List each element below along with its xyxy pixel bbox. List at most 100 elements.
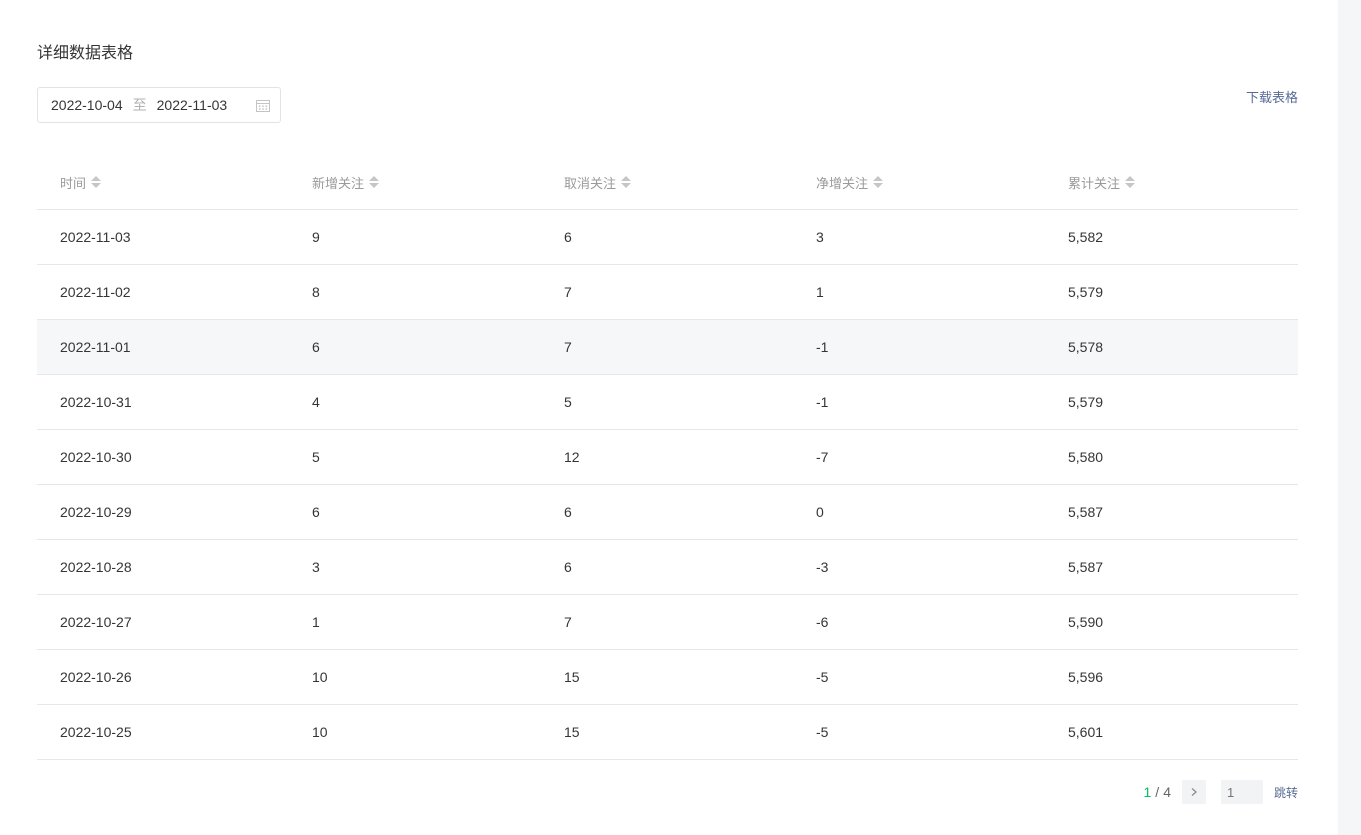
right-gutter [1338, 0, 1361, 835]
table-cell: 5,580 [1068, 449, 1104, 465]
sort-icon [369, 176, 380, 188]
table-cell: 5,596 [1068, 669, 1104, 685]
column-header-label: 时间 [60, 175, 87, 191]
table-cell: 6 [312, 504, 320, 520]
table-cell: 5,587 [1068, 559, 1104, 575]
table-cell: 9 [312, 229, 320, 245]
date-range-end[interactable]: 2022-11-03 [157, 97, 228, 113]
table-row: 2022-11-01 6 7 -1 5,578 [37, 320, 1298, 375]
sort-icon [873, 176, 884, 188]
table-body: 2022-11-03 9 6 3 5,582 2022-11-02 8 7 1 5,579 2022… [37, 210, 1298, 760]
table-row: 2022-10-31 4 5 -1 5,579 [37, 375, 1298, 430]
table-cell: 5,582 [1068, 229, 1104, 245]
table-row: 2022-11-03 9 6 3 5,582 [37, 210, 1298, 265]
table-cell: 10 [312, 724, 328, 740]
pagination: 1 / 4 跳转 [1143, 780, 1298, 804]
table-cell: 2022-11-03 [60, 229, 131, 245]
column-header: 净增关注 [793, 173, 1045, 192]
table-cell: 5,601 [1068, 724, 1104, 740]
column-header: 新增关注 [289, 173, 541, 192]
table-cell: 4 [312, 394, 320, 410]
table-cell: 1 [816, 284, 824, 300]
page-number-input[interactable] [1220, 780, 1263, 804]
table-cell: -5 [816, 724, 829, 740]
calendar-icon[interactable] [256, 99, 270, 112]
table-row: 2022-10-25 10 15 -5 5,601 [37, 705, 1298, 760]
table-cell: 5,590 [1068, 614, 1104, 630]
column-sort-toggle[interactable]: 净增关注 [816, 173, 884, 192]
table-cell: 5,579 [1068, 284, 1104, 300]
download-table-link[interactable]: 下载表格 [1246, 89, 1298, 107]
table-cell: 7 [564, 339, 572, 355]
table-cell: 2022-10-29 [60, 504, 132, 520]
table-cell: -5 [816, 669, 829, 685]
table-cell: 2022-10-31 [60, 394, 132, 410]
table-cell: 7 [564, 614, 572, 630]
table-cell: 10 [312, 669, 328, 685]
column-header: 取消关注 [541, 173, 793, 192]
table-cell: 15 [564, 669, 580, 685]
table-cell: 3 [816, 229, 824, 245]
page: 详细数据表格 2022-10-04 至 2022-11-03 下载表格 时间 新增… [0, 0, 1361, 835]
table-cell: 2022-11-02 [60, 284, 131, 300]
table-cell: 5,578 [1068, 339, 1104, 355]
chevron-right-icon [1191, 788, 1197, 796]
table-cell: -1 [816, 339, 829, 355]
date-range-start[interactable]: 2022-10-04 [51, 97, 123, 113]
table-cell: 5,587 [1068, 504, 1104, 520]
table-row: 2022-10-30 5 12 -7 5,580 [37, 430, 1298, 485]
column-header: 时间 [37, 173, 289, 192]
table-cell: -6 [816, 614, 829, 630]
table-cell: 6 [564, 229, 572, 245]
table-cell: 6 [564, 559, 572, 575]
sort-icon [1125, 176, 1136, 188]
table-row: 2022-10-27 1 7 -6 5,590 [37, 595, 1298, 650]
column-sort-toggle[interactable]: 新增关注 [312, 173, 380, 192]
table-cell: 5,579 [1068, 394, 1104, 410]
next-page-button[interactable] [1181, 780, 1206, 804]
pagination-total: 4 [1163, 784, 1171, 800]
table-cell: 2022-11-01 [60, 339, 131, 355]
table-cell: 5 [564, 394, 572, 410]
table-cell: -3 [816, 559, 829, 575]
table-cell: 6 [312, 339, 320, 355]
table-cell: 1 [312, 614, 320, 630]
column-sort-toggle[interactable]: 取消关注 [564, 173, 632, 192]
column-header-label: 新增关注 [312, 175, 365, 191]
table-row: 2022-10-29 6 6 0 5,587 [37, 485, 1298, 540]
table-row: 2022-10-26 10 15 -5 5,596 [37, 650, 1298, 705]
sort-icon [91, 176, 102, 188]
table-cell: -7 [816, 449, 829, 465]
table-row: 2022-11-02 8 7 1 5,579 [37, 265, 1298, 320]
table-cell: 6 [564, 504, 572, 520]
table-cell: 12 [564, 449, 580, 465]
column-header-label: 净增关注 [816, 175, 869, 191]
date-range-picker[interactable]: 2022-10-04 至 2022-11-03 [37, 87, 281, 123]
table-cell: 2022-10-25 [60, 724, 132, 740]
table-cell: 8 [312, 284, 320, 300]
column-header-label: 累计关注 [1068, 175, 1121, 191]
table-cell: 0 [816, 504, 824, 520]
column-header: 累计关注 [1045, 173, 1297, 192]
table-cell: 2022-10-30 [60, 449, 132, 465]
table-row: 2022-10-28 3 6 -3 5,587 [37, 540, 1298, 595]
table-cell: -1 [816, 394, 829, 410]
data-table: 时间 新增关注 取消关注 净增关注 累计关注 2022-11-03 9 6 3 5,582 202… [37, 155, 1298, 760]
pagination-current: 1 [1143, 784, 1152, 800]
column-sort-toggle[interactable]: 累计关注 [1068, 173, 1136, 192]
pagination-separator: / [1155, 784, 1160, 800]
table-cell: 15 [564, 724, 580, 740]
table-cell: 2022-10-26 [60, 669, 132, 685]
column-sort-toggle[interactable]: 时间 [60, 173, 102, 192]
date-range-separator: 至 [132, 97, 147, 113]
jump-button[interactable]: 跳转 [1274, 784, 1298, 801]
section-title: 详细数据表格 [37, 45, 134, 62]
table-cell: 2022-10-28 [60, 559, 132, 575]
sort-icon [621, 176, 632, 188]
table-cell: 7 [564, 284, 572, 300]
table-cell: 5 [312, 449, 320, 465]
column-header-label: 取消关注 [564, 175, 617, 191]
table-cell: 2022-10-27 [60, 614, 132, 630]
table-cell: 3 [312, 559, 320, 575]
table-header: 时间 新增关注 取消关注 净增关注 累计关注 [37, 155, 1298, 210]
